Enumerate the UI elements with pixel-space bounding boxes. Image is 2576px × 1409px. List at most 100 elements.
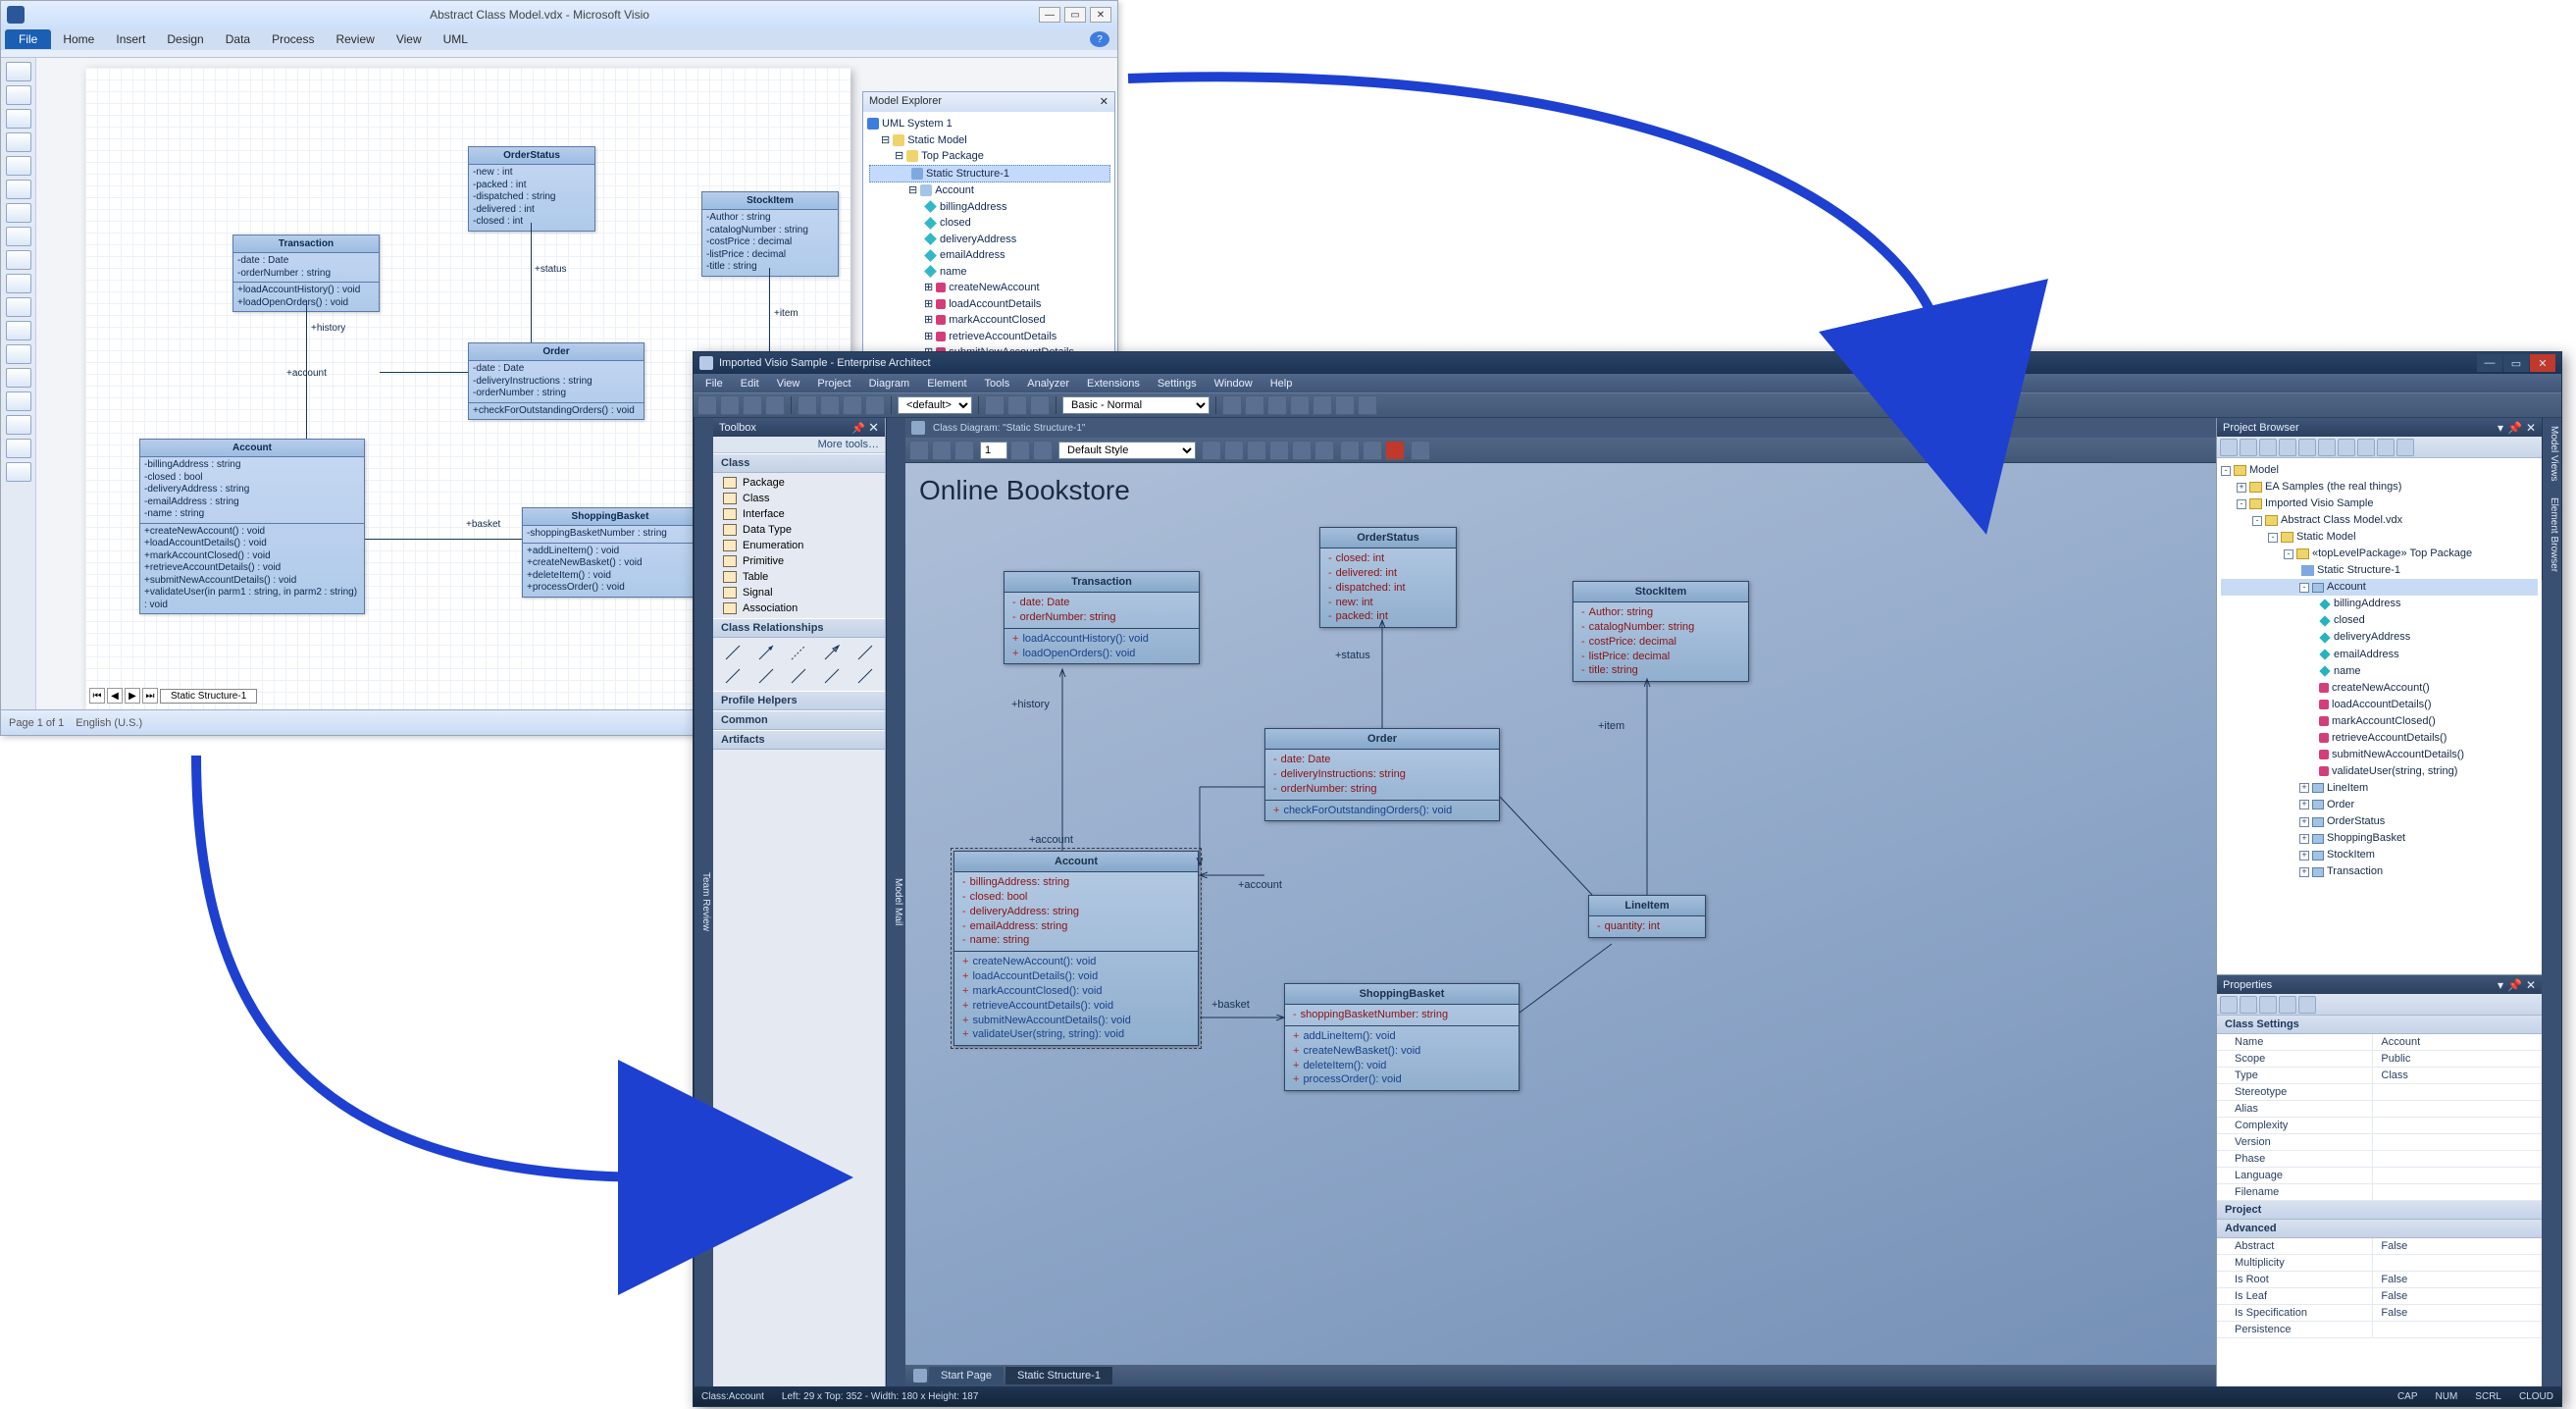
menu-review[interactable]: Review [326,30,384,48]
menu-window[interactable]: Window [1207,377,1261,391]
tab-nav-prev[interactable]: ◀ [107,688,123,704]
toolbar-button[interactable] [2318,439,2336,456]
prop-value[interactable]: Account [2373,1034,2542,1051]
menu-element[interactable]: Element [919,377,974,391]
tab-model-views[interactable]: Model Views [2542,418,2561,490]
pin-icon[interactable]: 📌 [851,423,865,435]
fontsize-input[interactable] [980,442,1007,459]
project-browser-tree[interactable]: -Model +EA Samples (the real things) -Im… [2217,458,2542,974]
prop-value[interactable] [2373,1168,2542,1184]
tab-nav-last[interactable]: ⏭ [142,688,158,704]
tab-nav-next[interactable]: ▶ [125,688,140,704]
tab-model-mail[interactable]: Model Mail [886,418,905,1386]
class-account[interactable]: Account -billingAddress: string-closed: … [953,851,1199,1046]
menu-file[interactable]: File [5,29,51,49]
class-stockitem[interactable]: StockItem -Author: string-catalogNumber:… [1572,581,1749,682]
toolbar-button[interactable] [865,395,885,415]
toolbar-button[interactable] [1411,441,1430,460]
toolbar-button[interactable] [1202,441,1221,460]
tool-button[interactable] [6,297,31,317]
menu-file[interactable]: File [697,377,731,391]
toolbar-button[interactable] [1290,395,1310,415]
toolbar-button[interactable] [2338,439,2355,456]
tool-button[interactable] [6,156,31,176]
dropdown-icon[interactable]: ▾ [2498,978,2503,992]
prop-value[interactable]: False [2373,1272,2542,1288]
toolbox-item-enumeration[interactable]: Enumeration [713,538,885,553]
prop-value[interactable] [2373,1151,2542,1168]
close-button[interactable]: ✕ [1090,7,1111,23]
toolbar-button[interactable] [743,395,762,415]
prop-value[interactable] [2373,1084,2542,1101]
menu-help[interactable]: Help [1262,377,1301,391]
toolbox-group-profile-helpers[interactable]: Profile Helpers [713,691,885,710]
tool-button[interactable] [6,321,31,340]
toolbox-item-package[interactable]: Package [713,475,885,491]
tool-button[interactable] [6,344,31,364]
menu-uml[interactable]: UML [434,30,478,48]
tab-static-structure[interactable]: Static Structure-1 [1005,1367,1112,1384]
prop-value[interactable] [2373,1184,2542,1201]
prop-value[interactable]: Class [2373,1068,2542,1084]
menu-analyzer[interactable]: Analyzer [1019,377,1077,391]
menu-settings[interactable]: Settings [1150,377,1205,391]
tab-team-review[interactable]: Team Review [694,418,713,1386]
tool-button[interactable] [6,368,31,388]
tool-button[interactable] [6,274,31,293]
tool-button[interactable] [6,62,31,81]
menu-tools[interactable]: Tools [977,377,1018,391]
tool-button[interactable] [6,391,31,411]
tool-button[interactable] [6,250,31,270]
toolbox-item-primitive[interactable]: Primitive [713,553,885,569]
arrow-icon[interactable] [724,644,742,661]
toolbar-button[interactable] [2259,996,2277,1014]
tool-button[interactable] [6,203,31,223]
toolbox-item-table[interactable]: Table [713,569,885,585]
delete-button[interactable] [1385,441,1405,460]
menu-data[interactable]: Data [216,30,260,48]
menu-extensions[interactable]: Extensions [1079,377,1148,391]
toolbar-button[interactable] [1335,395,1355,415]
toolbar-button[interactable] [2298,439,2316,456]
class-orderstatus[interactable]: OrderStatus -new : int-packed : int-disp… [468,146,595,232]
pin-icon[interactable]: 📌 [2507,978,2522,992]
properties-grid[interactable]: Class Settings NameAccountScopePublicTyp… [2217,1016,2542,1386]
toolbox-group-common[interactable]: Common [713,710,885,730]
class-orderstatus[interactable]: OrderStatus -closed: int-delivered: int-… [1319,527,1457,628]
toolbar-button[interactable] [765,395,785,415]
toolbar-button[interactable] [2396,439,2414,456]
class-order[interactable]: Order -date : Date-deliveryInstructions … [468,342,644,420]
menu-insert[interactable]: Insert [106,30,155,48]
arrow-icon[interactable] [757,667,775,685]
toolbox-group-relationships[interactable]: Class Relationships [713,618,885,638]
maximize-button[interactable]: ▭ [2503,354,2529,372]
toolbar-button[interactable] [1340,441,1360,460]
toolbar-button[interactable] [909,441,929,460]
toolbox-group-artifacts[interactable]: Artifacts [713,730,885,750]
toolbox-item-signal[interactable]: Signal [713,585,885,600]
toolbar-button[interactable] [820,395,840,415]
close-icon[interactable]: ✕ [1100,95,1108,109]
menu-view[interactable]: View [386,30,432,48]
class-stockitem[interactable]: StockItem -Author : string-catalogNumber… [701,191,839,277]
page-tab[interactable]: Static Structure-1 [160,689,257,704]
toolbar-button[interactable] [697,395,717,415]
tab-start-page[interactable]: Start Page [929,1367,1004,1384]
ea-diagram-canvas[interactable]: Online Bookstore Transaction -date: Date… [905,463,2216,1365]
diagram-tab-label[interactable]: Class Diagram: "Static Structure-1" [933,423,1085,434]
toolbar-button[interactable] [2220,439,2238,456]
close-button[interactable]: ✕ [2530,354,2555,372]
toolbar-button[interactable] [2220,996,2238,1014]
toolbar-button[interactable] [985,395,1005,415]
toolbar-button[interactable] [2377,439,2395,456]
arrow-icon[interactable] [823,667,841,685]
class-shoppingbasket[interactable]: ShoppingBasket -shoppingBasketNumber : s… [522,507,698,598]
toolbox-item-association[interactable]: Association [713,600,885,616]
toolbox-group-class[interactable]: Class [713,453,885,473]
arrow-icon[interactable] [724,667,742,685]
toolbar-button[interactable] [932,441,952,460]
prop-value[interactable] [2373,1134,2542,1151]
tool-button[interactable] [6,462,31,482]
dropdown-icon[interactable]: ▾ [2498,421,2503,435]
prop-value[interactable]: False [2373,1238,2542,1255]
